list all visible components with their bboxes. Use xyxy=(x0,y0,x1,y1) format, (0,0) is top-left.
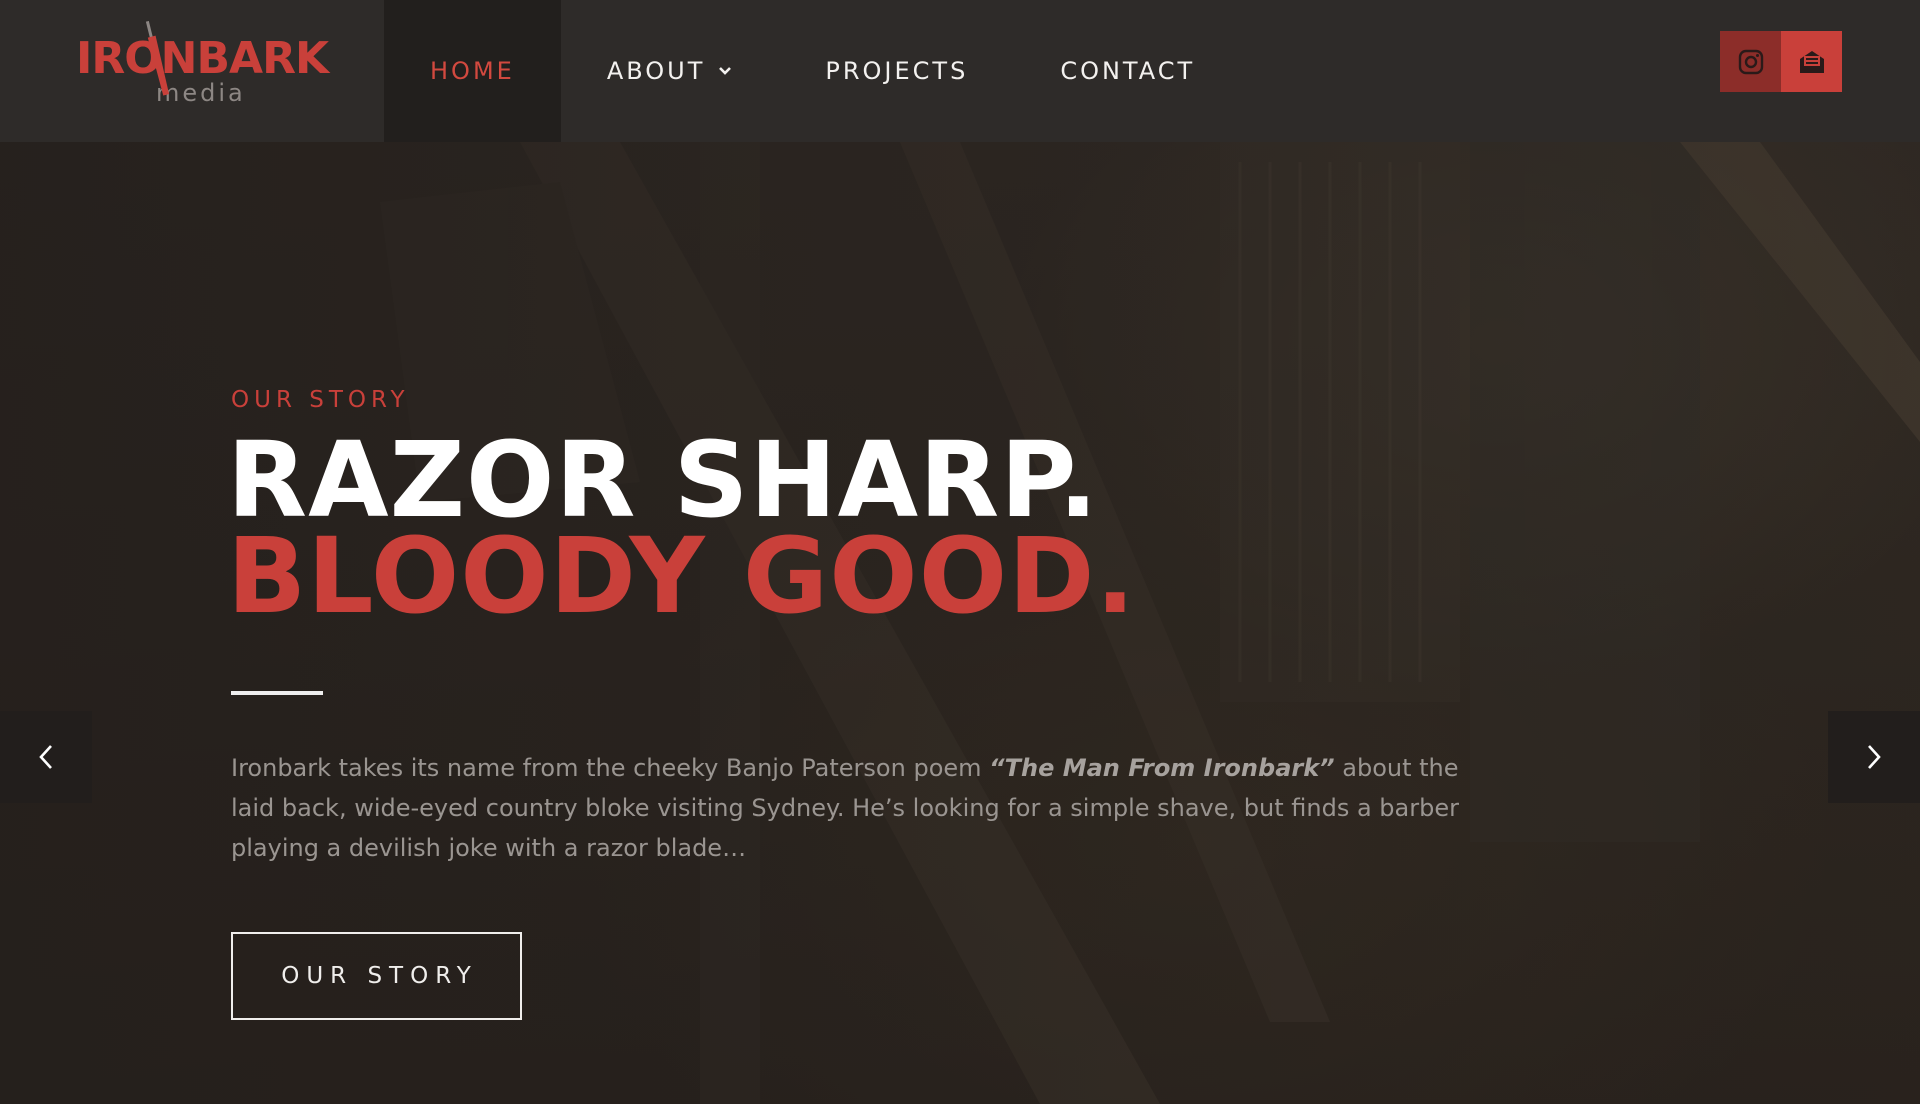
headline-line-2: BLOODY GOOD. xyxy=(227,515,1136,637)
chevron-down-icon xyxy=(719,67,732,75)
blurb-text: Ironbark takes its name from the cheeky … xyxy=(231,754,990,782)
nav-item-label: ABOUT xyxy=(606,57,706,85)
logo-wordmark: IRONBARK xyxy=(76,33,329,84)
chevron-left-icon xyxy=(39,745,52,769)
logo[interactable]: IRONBARK media xyxy=(0,0,384,142)
page-bottom-edge xyxy=(0,1104,1920,1115)
nav-item-contact[interactable]: CONTACT xyxy=(1014,0,1241,142)
chevron-right-icon xyxy=(1868,745,1881,769)
hero-slider: OUR STORY RAZOR SHARP. BLOODY GOOD. Iron… xyxy=(0,142,1920,1104)
email-icon xyxy=(1799,50,1824,73)
social-links xyxy=(1720,31,1842,92)
hero-blurb: Ironbark takes its name from the cheeky … xyxy=(231,748,1481,868)
email-button[interactable] xyxy=(1781,31,1842,92)
nav-item-about[interactable]: ABOUT xyxy=(561,0,780,142)
hero-eyebrow: OUR STORY xyxy=(231,387,410,413)
logo-subtitle: media xyxy=(156,79,246,107)
poem-title: “The Man From Ironbark” xyxy=(989,754,1335,782)
instagram-icon xyxy=(1738,49,1763,74)
nav-item-label: PROJECTS xyxy=(825,57,969,85)
main-nav: HOME ABOUT PROJECTS CONTACT xyxy=(384,0,1241,142)
instagram-button[interactable] xyxy=(1720,31,1781,92)
hero-divider xyxy=(231,691,323,695)
nav-item-projects[interactable]: PROJECTS xyxy=(779,0,1014,142)
slider-prev-button[interactable] xyxy=(0,711,92,803)
nav-item-label: CONTACT xyxy=(1060,57,1196,85)
site-header: IRONBARK media HOME ABOUT PROJECTS CONTA… xyxy=(0,0,1920,142)
slider-next-button[interactable] xyxy=(1828,711,1920,803)
hero-headline: RAZOR SHARP. BLOODY GOOD. xyxy=(227,419,1136,637)
our-story-button[interactable]: OUR STORY xyxy=(231,932,522,1020)
headline-line-1: RAZOR SHARP. xyxy=(227,419,1099,541)
nav-item-home[interactable]: HOME xyxy=(384,0,561,142)
nav-item-label: HOME xyxy=(430,57,515,85)
